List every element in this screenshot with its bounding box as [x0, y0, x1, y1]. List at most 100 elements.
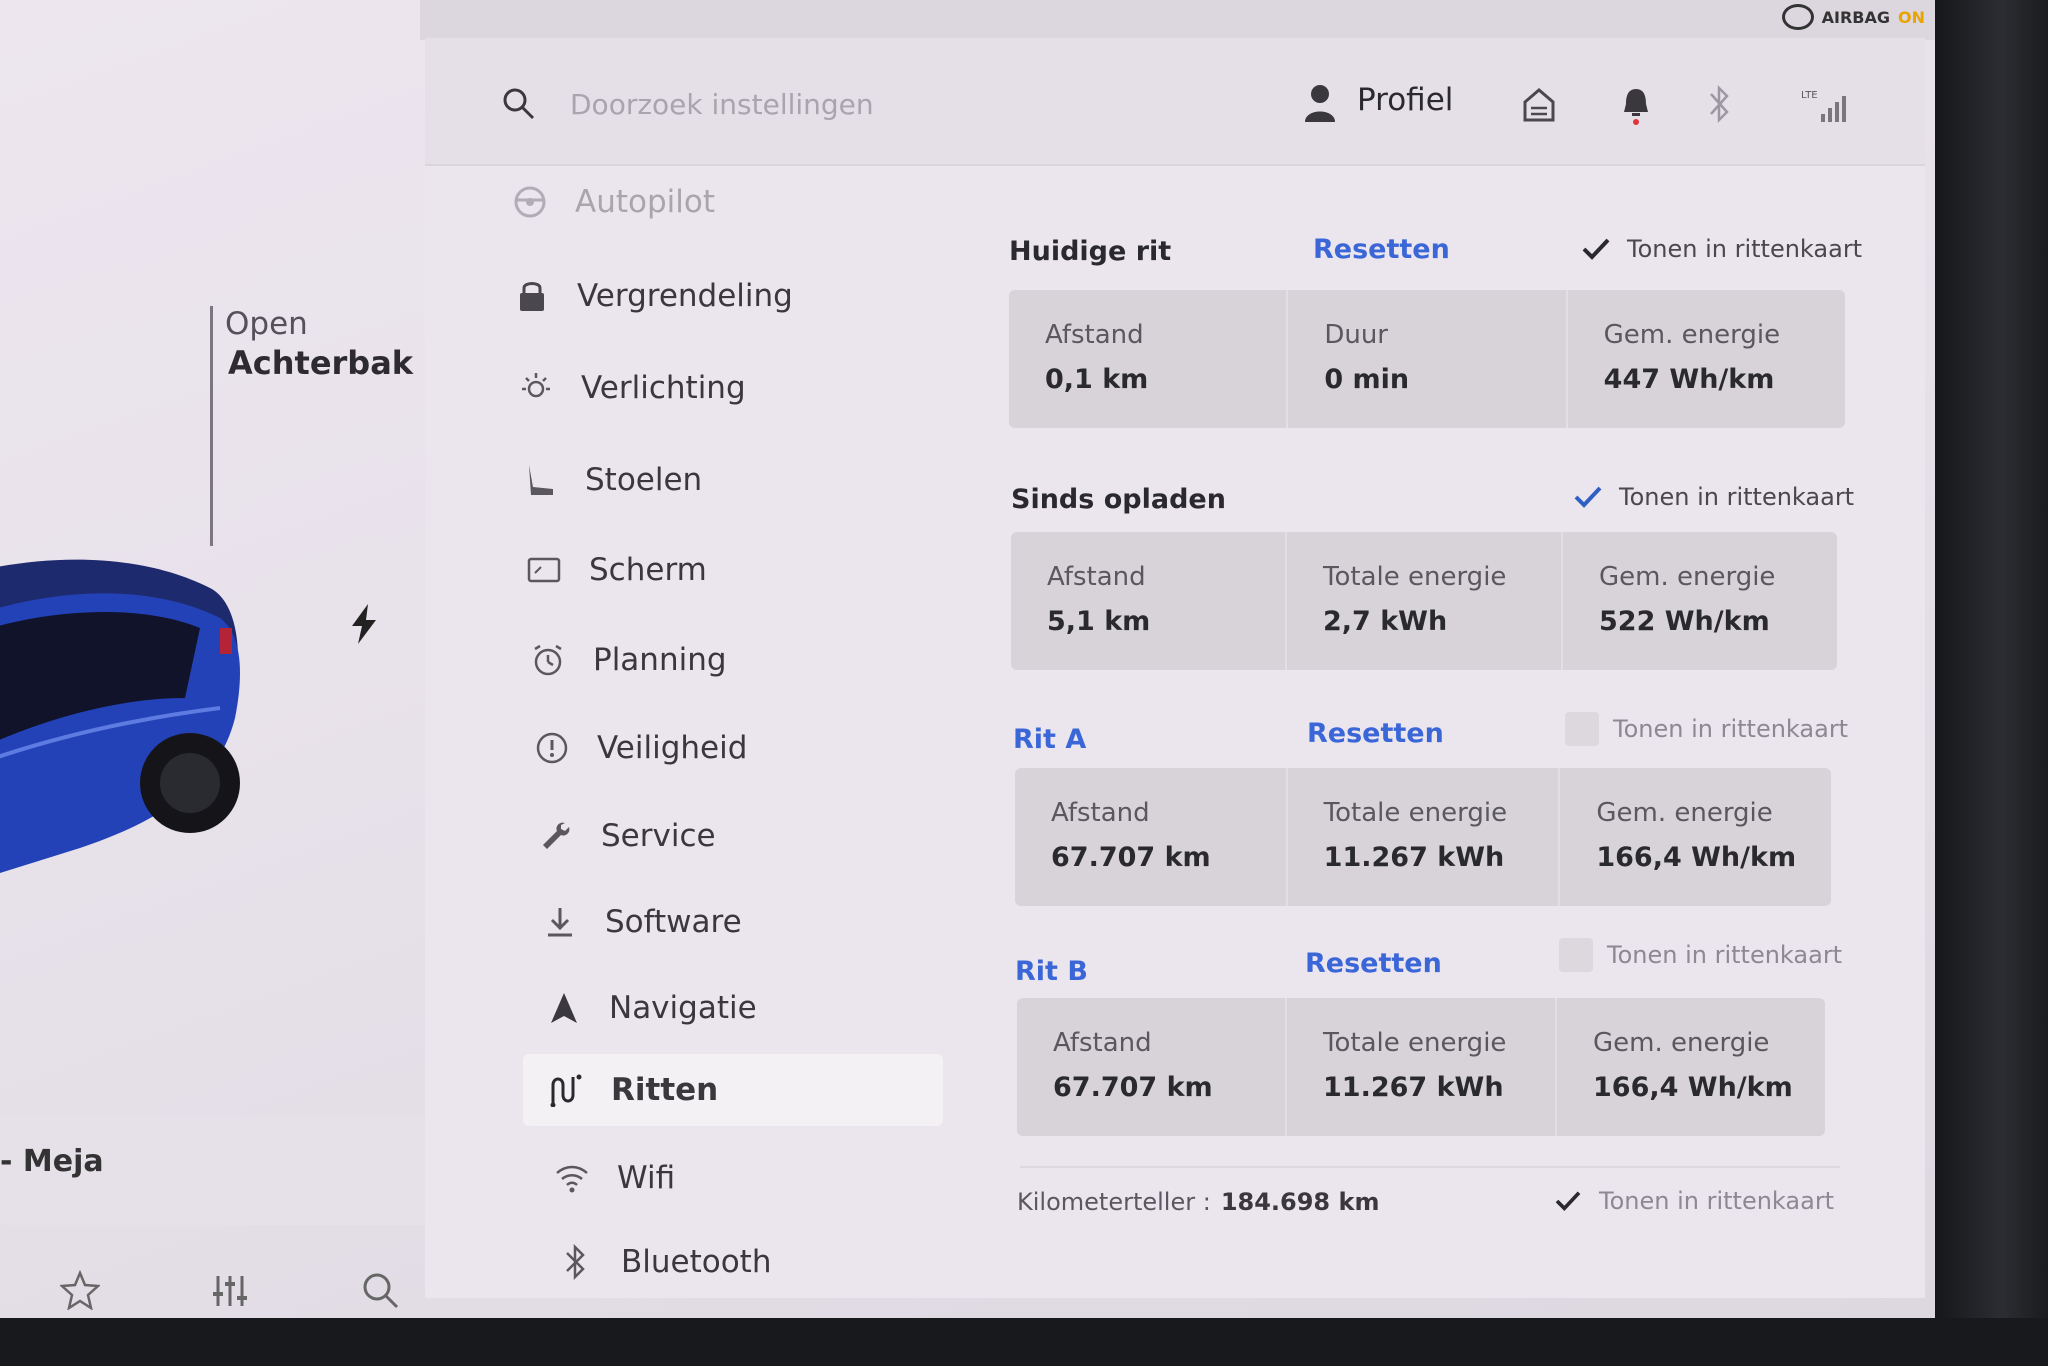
screen-bezel-bottom — [0, 1318, 2048, 1366]
menu-item-label: Scherm — [589, 552, 707, 588]
airbag-label: AIRBAG — [1821, 7, 1890, 27]
menu-item-label: Planning — [593, 642, 727, 678]
menu-item-bluetooth[interactable]: Bluetooth — [557, 1226, 772, 1298]
lte-label: LTE — [1801, 90, 1818, 101]
toggle-label: Tonen in rittenkaart — [1607, 941, 1843, 969]
search-icon[interactable] — [501, 86, 535, 120]
steering-wheel-icon — [511, 183, 549, 221]
menu-item-label: Autopilot — [575, 184, 715, 220]
menu-item-scherm[interactable]: Scherm — [525, 534, 707, 606]
bluetooth-icon[interactable] — [1707, 84, 1733, 124]
stat-total-energy: Totale energie 11.267 kWh — [1288, 768, 1561, 906]
menu-item-verlichting[interactable]: Verlichting — [517, 352, 746, 424]
trip-a-map-toggle[interactable]: Tonen in rittenkaart — [1565, 712, 1848, 746]
menu-item-veiligheid[interactable]: Veiligheid — [533, 712, 747, 784]
menu-item-label: Bluetooth — [621, 1244, 772, 1280]
checkmark-icon — [1571, 480, 1605, 514]
menu-item-label: Service — [601, 818, 716, 854]
since-charge-stats: Afstand 5,1 km Totale energie 2,7 kWh Ge… — [1011, 532, 1837, 670]
menu-item-ritten[interactable]: Ritten — [523, 1054, 943, 1126]
trip-a-title: Rit A — [1013, 724, 1087, 755]
alert-circle-icon — [533, 729, 571, 767]
current-trip-stats: Afstand 0,1 km Duur 0 min Gem. energie 4… — [1009, 290, 1845, 428]
checkbox-empty-icon — [1565, 712, 1599, 746]
toggle-label: Tonen in rittenkaart — [1619, 483, 1855, 511]
display-icon — [525, 551, 563, 589]
trips-icon — [547, 1071, 585, 1109]
menu-item-label: Navigatie — [609, 990, 757, 1026]
stat-avg-energy: Gem. energie 447 Wh/km — [1603, 320, 1781, 395]
airbag-icon — [1781, 4, 1814, 30]
odometer: Kilometerteller : 184.698 km — [1017, 1188, 1379, 1216]
notification-bell-icon[interactable] — [1621, 86, 1651, 126]
toggle-label: Tonen in rittenkaart — [1613, 715, 1849, 743]
airbag-indicator: AIRBAG ON — [1781, 4, 1925, 30]
checkbox-empty-icon — [1559, 938, 1593, 972]
odometer-map-toggle[interactable]: Tonen in rittenkaart — [1551, 1184, 1834, 1218]
equalizer-icon[interactable] — [210, 1270, 250, 1310]
car-taillight — [220, 628, 232, 654]
odometer-value: 184.698 km — [1220, 1188, 1380, 1216]
car-panel: Open Achterbak - Meja — [0, 0, 448, 1318]
airbag-state: ON — [1898, 7, 1925, 27]
stat-avg-energy: Gem. energie 166,4 Wh/km — [1596, 798, 1797, 873]
wrench-icon — [537, 817, 575, 855]
menu-item-label: Ritten — [611, 1072, 719, 1108]
trunk-name-label[interactable]: Achterbak — [228, 344, 413, 382]
trunk-open-label[interactable]: Open — [225, 306, 308, 342]
trip-b-stats: Afstand 67.707 km Totale energie 11.267 … — [1017, 998, 1825, 1136]
stat-distance: Afstand 0,1 km — [1009, 290, 1289, 428]
menu-item-label: Stoelen — [585, 462, 703, 498]
alarm-clock-icon — [529, 641, 567, 679]
stat-avg-energy: Gem. energie 522 Wh/km — [1599, 562, 1776, 637]
stat-distance: Afstand 67.707 km — [1015, 768, 1288, 906]
settings-menu: Autopilot Vergrendeling Verlichting Stoe… — [425, 166, 965, 1296]
menu-item-label: Wifi — [617, 1160, 676, 1196]
menu-item-label: Vergrendeling — [577, 278, 793, 314]
search-icon[interactable] — [360, 1270, 400, 1310]
seat-icon — [521, 461, 559, 499]
trunk-pointer-line — [210, 306, 213, 546]
download-icon — [541, 903, 579, 941]
bottom-dock — [0, 1230, 455, 1318]
profile-button[interactable]: Profiel — [1357, 82, 1453, 118]
since-charge-map-toggle[interactable]: Tonen in rittenkaart — [1571, 480, 1854, 514]
trip-b-reset-button[interactable]: Resetten — [1305, 948, 1442, 979]
bluetooth-icon — [557, 1243, 595, 1281]
menu-item-label: Software — [605, 904, 742, 940]
stat-total-energy: Totale energie 11.267 kWh — [1287, 998, 1557, 1136]
status-strip: AIRBAG ON — [420, 0, 1935, 40]
menu-item-autopilot[interactable]: Autopilot — [511, 166, 715, 238]
profile-icon[interactable] — [1303, 84, 1337, 122]
trip-b-title: Rit B — [1015, 956, 1088, 987]
stat-distance: Afstand 5,1 km — [1011, 532, 1287, 670]
car-wheel-rim — [160, 753, 220, 813]
odometer-divider — [1020, 1166, 1840, 1168]
navigation-arrow-icon — [545, 989, 583, 1027]
menu-item-service[interactable]: Service — [537, 800, 716, 872]
menu-item-planning[interactable]: Planning — [529, 624, 727, 696]
trip-b-map-toggle[interactable]: Tonen in rittenkaart — [1559, 938, 1842, 972]
garage-icon[interactable] — [1523, 88, 1555, 122]
lock-icon — [513, 277, 551, 315]
checkmark-icon — [1579, 232, 1613, 266]
menu-item-navigatie[interactable]: Navigatie — [545, 972, 757, 1044]
trip-a-stats: Afstand 67.707 km Totale energie 11.267 … — [1015, 768, 1831, 906]
light-bulb-icon — [517, 369, 555, 407]
menu-item-software[interactable]: Software — [541, 886, 742, 958]
star-icon[interactable] — [60, 1270, 100, 1310]
lte-signal-icon: LTE — [1801, 90, 1846, 122]
menu-item-vergrendeling[interactable]: Vergrendeling — [513, 260, 793, 332]
settings-panel: Profiel LTE — [425, 38, 1925, 1298]
search-settings-input[interactable] — [570, 82, 1030, 126]
menu-item-stoelen[interactable]: Stoelen — [521, 444, 702, 516]
stat-duration: Duur 0 min — [1288, 290, 1568, 428]
menu-item-wifi[interactable]: Wifi — [553, 1142, 675, 1214]
current-trip-map-toggle[interactable]: Tonen in rittenkaart — [1579, 232, 1862, 266]
car-name: - Meja — [0, 1144, 104, 1179]
trip-a-reset-button[interactable]: Resetten — [1307, 718, 1444, 749]
odometer-label: Kilometerteller : — [1017, 1188, 1211, 1216]
stat-avg-energy: Gem. energie 166,4 Wh/km — [1593, 1028, 1793, 1103]
current-trip-reset-button[interactable]: Resetten — [1313, 234, 1450, 265]
touchscreen: AIRBAG ON Open Achterbak - Meja Doorzoek… — [0, 0, 1935, 1318]
